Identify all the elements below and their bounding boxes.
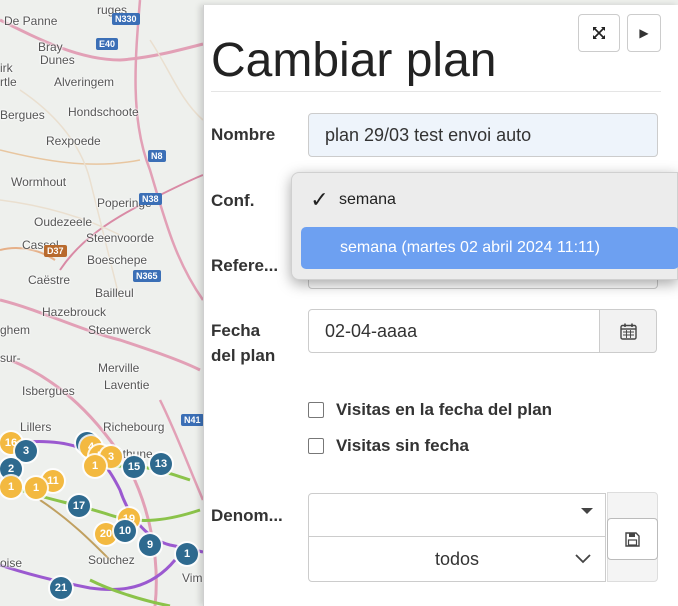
- map-town-label: Oudezeele: [34, 215, 93, 229]
- map-marker[interactable]: 1: [176, 543, 198, 565]
- map-town-label: sur-: [0, 351, 21, 365]
- map-town-label: Hazebrouck: [42, 305, 107, 319]
- visitas-sin-fecha-checkbox[interactable]: [308, 438, 324, 454]
- dropdown-option-semana[interactable]: ✓ semana: [300, 179, 677, 221]
- conf-label: Conf.: [211, 191, 255, 210]
- map-town-label: Laventie: [104, 378, 150, 392]
- denom-label: Denom...: [211, 506, 283, 525]
- map-town-label: Rexpoede: [46, 134, 101, 148]
- road-number-badge: N38: [139, 193, 162, 205]
- map-marker[interactable]: 13: [150, 453, 172, 475]
- denom-select[interactable]: [308, 493, 606, 537]
- todos-select[interactable]: todos: [308, 536, 606, 582]
- visitas-fecha-row[interactable]: Visitas en la fecha del plan: [308, 400, 552, 420]
- map-town-label: Isbergues: [22, 384, 75, 398]
- checkmark-icon: ✓: [310, 187, 329, 212]
- map-town-label: De Panne: [4, 14, 58, 28]
- visitas-fecha-checkbox[interactable]: [308, 402, 324, 418]
- referencia-label: Refere...: [211, 256, 279, 275]
- road-number-badge: N365: [133, 270, 161, 282]
- expand-arrows-icon: [593, 27, 605, 39]
- map-town-label: Richebourg: [103, 420, 165, 434]
- map-marker[interactable]: 21: [50, 577, 72, 599]
- dropdown-option-semana-fecha[interactable]: semana (martes 02 abril 2024 11:11): [301, 227, 678, 269]
- map-town-label: Vim: [182, 571, 203, 585]
- calendar-button[interactable]: [599, 309, 657, 353]
- dropdown-option-label: semana: [339, 191, 396, 208]
- map-town-label: Boeschepe: [87, 253, 148, 267]
- chevron-right-icon: ▶: [639, 26, 649, 40]
- visitas-sin-fecha-label: Visitas sin fecha: [336, 436, 469, 455]
- fecha-label-line1: Fecha: [211, 321, 261, 340]
- road-number-badge: D37: [44, 245, 67, 257]
- nombre-field[interactable]: plan 29/03 test envoi auto: [308, 113, 658, 157]
- map-marker[interactable]: 1: [84, 455, 106, 477]
- map-town-label: Bray: [38, 40, 63, 54]
- chevron-down-icon: [575, 554, 591, 564]
- title-divider: [211, 91, 661, 92]
- nombre-value: plan 29/03 test envoi auto: [325, 124, 532, 145]
- map-marker[interactable]: 15: [123, 456, 145, 478]
- map-town-label: Steenvoorde: [86, 231, 155, 245]
- map-marker[interactable]: 9: [139, 534, 161, 556]
- map-marker[interactable]: 1: [25, 477, 47, 499]
- nombre-label: Nombre: [211, 125, 276, 144]
- map-town-label: Bergues: [0, 108, 45, 122]
- map-town-label: Bailleul: [95, 286, 134, 300]
- conf-dropdown-menu[interactable]: ✓ semana semana (martes 02 abril 2024 11…: [291, 172, 678, 280]
- map-town-label: Steenwerck: [88, 323, 151, 337]
- dropdown-option-label: semana (martes 02 abril 2024 11:11): [340, 239, 600, 256]
- expand-button[interactable]: [578, 14, 620, 52]
- change-plan-panel: ▶ Cambiar plan Nombre plan 29/03 test en…: [203, 5, 678, 606]
- map-town-label: oise: [0, 556, 23, 570]
- todos-value: todos: [434, 548, 480, 569]
- road-number-badge: N330: [112, 13, 140, 25]
- map-town-label: rtle: [0, 75, 17, 89]
- map-town-label: Dunes: [40, 53, 75, 67]
- map-town-label: Alveringem: [54, 75, 115, 89]
- map-marker[interactable]: 17: [68, 495, 90, 517]
- caret-down-icon: [581, 508, 593, 514]
- save-button[interactable]: [607, 518, 658, 560]
- road-number-badge: N8: [148, 150, 166, 162]
- visitas-fecha-label: Visitas en la fecha del plan: [336, 400, 553, 419]
- road-number-badge: N41: [181, 414, 204, 426]
- visitas-sin-fecha-row[interactable]: Visitas sin fecha: [308, 436, 469, 456]
- map-marker[interactable]: 1: [0, 476, 22, 498]
- page-title: Cambiar plan: [211, 34, 497, 87]
- map-town-label: Wormhout: [11, 175, 67, 189]
- map-town-label: Caëstre: [28, 273, 71, 287]
- map-town-label: Hondschoote: [68, 105, 139, 119]
- map-marker[interactable]: 10: [114, 520, 136, 542]
- fecha-value: 02-04-aaaa: [325, 320, 418, 341]
- map-town-label: Souchez: [88, 553, 135, 567]
- map-town-label: irk: [0, 61, 13, 75]
- collapse-panel-button[interactable]: ▶: [627, 14, 661, 52]
- calendar-icon: [619, 323, 637, 340]
- floppy-disk-icon: [625, 531, 640, 547]
- map-town-label: ghem: [0, 323, 31, 337]
- fecha-label-line2: del plan: [211, 346, 276, 365]
- road-number-badge: E40: [96, 38, 119, 50]
- map-town-label: Lillers: [20, 420, 52, 434]
- map-town-label: Merville: [98, 361, 140, 375]
- map-marker[interactable]: 3: [15, 440, 37, 462]
- fecha-field[interactable]: 02-04-aaaa: [308, 309, 600, 353]
